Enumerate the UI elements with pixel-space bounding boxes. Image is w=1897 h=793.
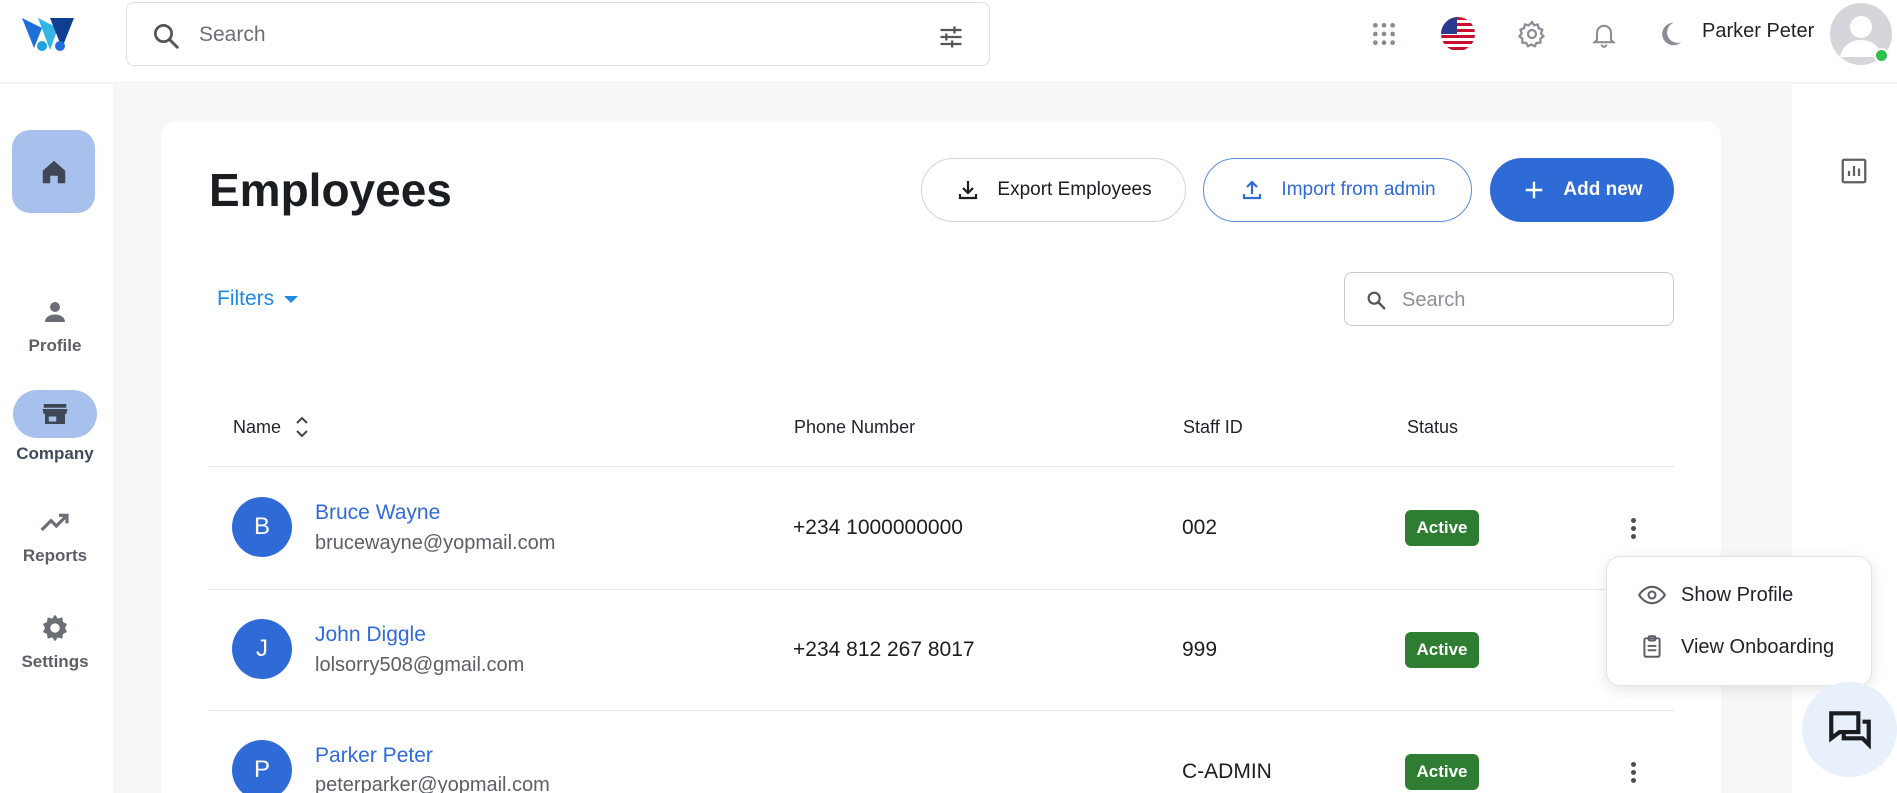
sidebar-item-label: Profile: [28, 336, 82, 355]
table-divider: [209, 589, 1674, 590]
menu-item-label: View Onboarding: [1681, 635, 1835, 658]
employee-avatar: P: [232, 740, 292, 793]
column-header-phone: Phone Number: [794, 417, 916, 437]
status-badge: Active: [1405, 632, 1479, 668]
notification-bell-icon[interactable]: [1586, 16, 1622, 52]
app-logo[interactable]: [20, 14, 84, 54]
menu-item-view-onboarding[interactable]: View Onboarding: [1637, 631, 1834, 663]
employee-staff-id: 999: [1182, 638, 1218, 661]
store-icon: [13, 390, 97, 438]
table-divider: [209, 710, 1674, 711]
employee-email: peterparker@yopmail.com: [315, 774, 550, 793]
column-header-status: Status: [1407, 417, 1459, 437]
gear-icon: [37, 610, 73, 646]
dark-mode-moon-icon[interactable]: [1652, 16, 1688, 52]
table-search-box[interactable]: [1344, 272, 1674, 326]
plus-icon: [1521, 177, 1547, 203]
sidebar-item-profile[interactable]: Profile: [0, 294, 110, 356]
table-divider: [209, 466, 1674, 467]
export-employees-button[interactable]: Export Employees: [921, 158, 1186, 222]
employee-email: lolsorry508@gmail.com: [315, 654, 525, 676]
sidebar-item-settings[interactable]: Settings: [0, 610, 110, 672]
upload-icon: [1239, 177, 1265, 203]
apps-grid-icon[interactable]: [1366, 16, 1402, 52]
sidebar-item-label: Reports: [22, 546, 88, 565]
sidebar-item-label: Settings: [21, 652, 89, 671]
chat-icon: [1828, 710, 1871, 750]
sidebar-item-company[interactable]: Company: [0, 390, 110, 464]
clipboard-icon: [1637, 632, 1667, 662]
employee-phone: +234 812 267 8017: [793, 638, 975, 661]
employees-card: [161, 121, 1721, 793]
sidebar-item-reports[interactable]: Reports: [0, 504, 110, 566]
import-from-admin-label: Import from admin: [1281, 179, 1436, 200]
column-header-staff-id: Staff ID: [1183, 417, 1243, 437]
top-bar: Parker Peter: [0, 0, 1897, 83]
sidebar-item-home[interactable]: [12, 130, 95, 213]
employee-name-link[interactable]: John Diggle: [315, 623, 426, 647]
sidebar-item-label: Company: [16, 444, 94, 463]
settings-gear-icon[interactable]: [1514, 16, 1550, 52]
menu-item-label: Show Profile: [1681, 583, 1794, 606]
row-actions-kebab-icon[interactable]: [1622, 513, 1644, 543]
status-badge: Active: [1405, 754, 1479, 790]
add-new-label: Add new: [1563, 179, 1643, 200]
analytics-report-icon[interactable]: [1839, 156, 1869, 186]
global-search-bar[interactable]: [126, 2, 990, 66]
add-new-button[interactable]: Add new: [1490, 158, 1674, 222]
global-search-input[interactable]: [199, 17, 899, 53]
person-icon: [37, 294, 73, 330]
employee-name-link[interactable]: Parker Peter: [315, 744, 433, 768]
caret-down-icon: [284, 295, 299, 303]
employee-avatar: J: [232, 619, 292, 679]
status-badge: Active: [1405, 510, 1479, 546]
online-status-dot: [1874, 48, 1889, 63]
column-header-name[interactable]: Name: [233, 417, 281, 438]
filters-dropdown[interactable]: Filters: [217, 287, 299, 311]
left-sidebar: Profile Company Reports Settings: [0, 84, 113, 793]
trending-up-icon: [37, 504, 73, 540]
search-icon: [1365, 289, 1387, 311]
employee-email: brucewayne@yopmail.com: [315, 532, 556, 554]
chat-support-button[interactable]: [1802, 682, 1897, 777]
page-title: Employees: [209, 164, 452, 216]
export-employees-label: Export Employees: [997, 179, 1152, 200]
home-icon: [42, 160, 65, 183]
employee-phone: +234 1000000000: [793, 516, 963, 539]
import-from-admin-button[interactable]: Import from admin: [1203, 158, 1472, 222]
user-name[interactable]: Parker Peter: [1702, 20, 1814, 43]
filters-label: Filters: [217, 287, 275, 310]
employee-name-link[interactable]: Bruce Wayne: [315, 501, 440, 525]
employee-avatar: B: [232, 497, 292, 557]
employee-staff-id: 002: [1182, 516, 1218, 539]
employee-staff-id: C-ADMIN: [1182, 760, 1272, 783]
table-search-input[interactable]: [1402, 285, 1652, 315]
menu-item-show-profile[interactable]: Show Profile: [1637, 579, 1793, 611]
row-actions-kebab-icon[interactable]: [1622, 757, 1644, 787]
row-actions-menu: Show Profile View Onboarding: [1606, 556, 1872, 686]
download-icon: [955, 177, 981, 203]
us-flag-icon[interactable]: [1440, 16, 1476, 52]
eye-icon: [1637, 580, 1667, 610]
sort-icon[interactable]: [293, 414, 311, 440]
search-filter-tune-icon[interactable]: [937, 23, 965, 51]
search-icon: [151, 21, 181, 51]
